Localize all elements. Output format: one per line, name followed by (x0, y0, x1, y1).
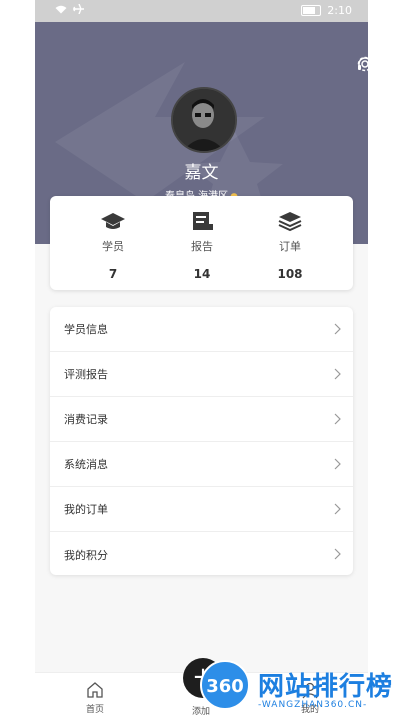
chevron-right-icon (334, 503, 341, 515)
tab-home[interactable]: 首页 (65, 681, 125, 715)
user-name: 嘉文 (184, 163, 219, 183)
menu-item-student-info[interactable]: 学员信息 (50, 307, 353, 352)
home-icon (87, 682, 103, 698)
gear-icon[interactable] (356, 55, 368, 73)
chevron-right-icon (334, 323, 341, 335)
stat-students[interactable]: 学员 7 (73, 210, 153, 281)
chevron-right-icon (334, 458, 341, 470)
avatar[interactable] (171, 87, 237, 153)
chevron-right-icon (334, 548, 341, 560)
airplane-icon (73, 3, 84, 17)
stat-orders[interactable]: 订单 108 (250, 210, 330, 281)
watermark-subtitle: -WANGZHAN360.CN- (258, 700, 368, 710)
report-icon (193, 212, 213, 230)
menu-list: 学员信息 评测报告 消费记录 系统消息 我的订单 我的积分 (50, 307, 353, 575)
chevron-right-icon (334, 368, 341, 380)
status-bar: 2:10 (35, 0, 368, 22)
menu-item-consumption-records[interactable]: 消费记录 (50, 397, 353, 442)
menu-item-my-orders[interactable]: 我的订单 (50, 487, 353, 532)
menu-item-system-messages[interactable]: 系统消息 (50, 442, 353, 487)
battery-icon (301, 5, 322, 16)
stats-card: 学员 7 报告 14 订单 108 (50, 196, 353, 290)
chevron-right-icon (334, 413, 341, 425)
status-time: 2:10 (327, 4, 352, 17)
watermark-title: 网站排行榜 (258, 672, 394, 702)
wifi-icon (55, 4, 67, 17)
phone-screen: 2:10 嘉文 学员 7 报告 14 订单 108 学员信息 评测报告 消费记录… (35, 0, 368, 720)
menu-item-my-points[interactable]: 我的积分 (50, 532, 353, 577)
watermark-logo: 360 (200, 660, 250, 710)
layers-icon (278, 212, 302, 232)
menu-item-evaluation-report[interactable]: 评测报告 (50, 352, 353, 397)
stat-reports[interactable]: 报告 14 (162, 210, 242, 281)
graduation-cap-icon (101, 213, 125, 229)
